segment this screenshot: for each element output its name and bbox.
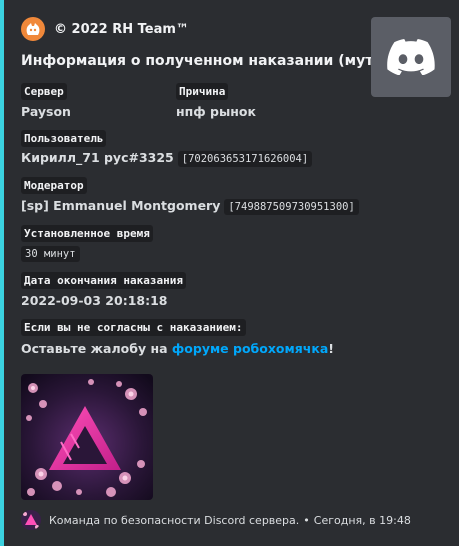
field-server-value: Payson: [21, 104, 71, 119]
field-end-date-value: 2022-09-03 20:18:18: [21, 293, 168, 308]
discord-logo-icon: [387, 39, 435, 75]
embed-thumbnail[interactable]: [371, 17, 451, 97]
field-appeal-value: Оставьте жалобу на форуме робохомячка!: [21, 341, 334, 356]
moderator-tag[interactable]: [sp] Emmanuel Montgomery: [21, 198, 220, 213]
field-reason-value: нпф рынок: [176, 104, 256, 119]
field-user-value: Кирилл_71 рус#3325 [702063653171626004]: [21, 150, 313, 167]
field-duration-name: Установленное время: [21, 225, 153, 242]
footer-timestamp: Сегодня, в 19:48: [313, 513, 411, 527]
embed-author-name[interactable]: © 2022 RH Team™: [54, 22, 189, 37]
embed-image[interactable]: [21, 374, 153, 500]
field-reason-name: Причина: [176, 83, 229, 100]
embed-title: Информация о полученном наказании (мут):: [21, 53, 386, 69]
rh-team-avatar-icon: [21, 510, 41, 530]
appeal-prefix: Оставьте жалобу на: [21, 341, 172, 356]
footer-separator: •: [303, 513, 310, 527]
user-tag[interactable]: Кирилл_71 рус#3325: [21, 150, 174, 165]
embed-card: © 2022 RH Team™ Информация о полученном …: [0, 0, 459, 546]
field-appeal-name: Если вы не согласны с наказанием:: [21, 319, 246, 336]
field-duration-value: 30 минут: [21, 246, 80, 262]
field-end-date-name: Дата окончания наказания: [21, 272, 186, 289]
appeal-suffix: !: [328, 341, 334, 356]
moderator-id: [749887509730951300]: [224, 199, 359, 215]
footer-text: Команда по безопасности Discord сервера.: [49, 513, 300, 527]
field-server-name: Сервер: [21, 83, 67, 100]
rh-team-logo-icon: [21, 17, 45, 41]
embed-footer: Команда по безопасности Discord сервера.…: [21, 510, 411, 530]
forum-link[interactable]: форуме робохомячка: [172, 341, 328, 356]
field-moderator-name: Модератор: [21, 177, 87, 194]
field-user-name: Пользователь: [21, 130, 107, 147]
embed-author: © 2022 RH Team™: [21, 17, 189, 41]
field-moderator-value: [sp] Emmanuel Montgomery [749887509730951…: [21, 198, 359, 215]
user-id: [702063653171626004]: [177, 151, 313, 167]
